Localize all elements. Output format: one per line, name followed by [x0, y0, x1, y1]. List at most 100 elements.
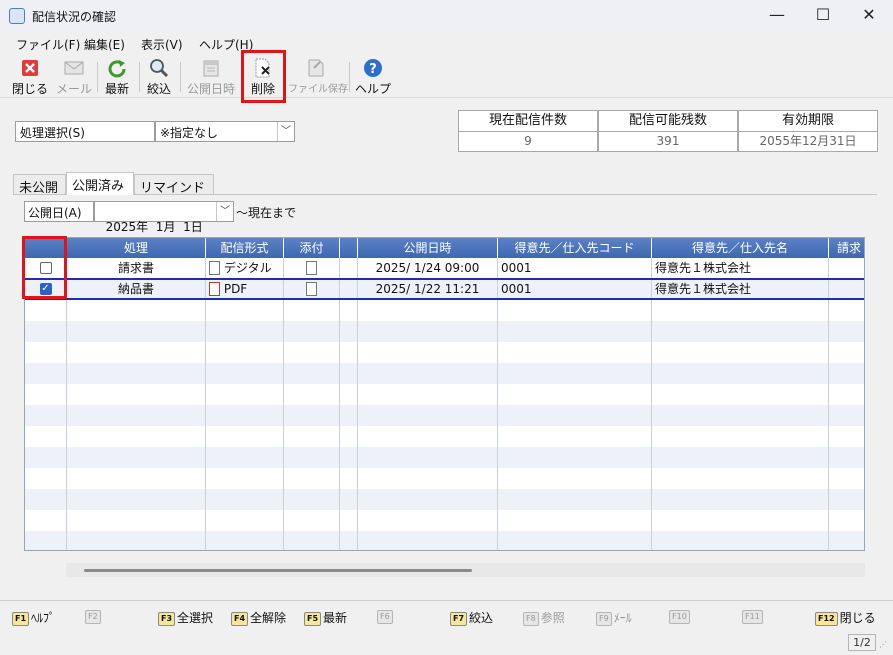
empty-table-row: [25, 447, 864, 468]
page-indicator: 1/2: [848, 634, 876, 651]
window-title: 配信状況の確認: [32, 10, 117, 24]
close-x-icon: [20, 58, 40, 78]
delivery-grid: 処理 配信形式 添付 公開日時 得意先／仕入先コード 得意先／仕入先名 請求 請…: [24, 237, 865, 551]
column-header-format[interactable]: 配信形式: [206, 238, 284, 258]
close-window-button[interactable]: ✕: [846, 0, 892, 32]
empty-cell: [498, 510, 652, 531]
empty-cell: [652, 363, 829, 384]
empty-cell: [829, 363, 864, 384]
empty-cell: [358, 363, 498, 384]
column-header-published[interactable]: 公開日時: [358, 238, 498, 258]
f1-help-button[interactable]: F1 ﾍﾙﾌﾟ: [12, 609, 55, 626]
empty-cell: [67, 300, 206, 321]
f6-button[interactable]: F6: [377, 609, 395, 624]
empty-cell: [498, 531, 652, 550]
column-header-name[interactable]: 得意先／仕入先名: [652, 238, 829, 258]
empty-cell: [206, 489, 284, 510]
empty-cell: [284, 300, 340, 321]
horizontal-scrollbar[interactable]: [66, 563, 865, 577]
empty-cell: [829, 321, 864, 342]
empty-cell: [206, 510, 284, 531]
attachment-document-icon[interactable]: [306, 260, 317, 275]
column-header-process[interactable]: 処理: [67, 238, 206, 258]
empty-cell: [829, 342, 864, 363]
empty-cell: [358, 342, 498, 363]
empty-table-row: [25, 468, 864, 489]
f5-refresh-button[interactable]: F5 最新: [304, 609, 347, 626]
tab-remind[interactable]: リマインド: [134, 174, 214, 196]
table-row[interactable]: 請求書 デジタル 2025/ 1/24 09:00 0001 得意先１株式会社: [25, 258, 864, 279]
f2-button[interactable]: F2: [85, 609, 103, 624]
empty-cell: [67, 384, 206, 405]
empty-cell: [340, 468, 358, 489]
empty-cell: [498, 468, 652, 489]
empty-table-row: [25, 426, 864, 447]
filter-button[interactable]: 絞込: [143, 58, 175, 96]
empty-table-row: [25, 363, 864, 384]
f8-reference-button[interactable]: F8 参照: [523, 609, 565, 626]
empty-cell: [67, 510, 206, 531]
empty-cell: [829, 489, 864, 510]
empty-cell: [67, 447, 206, 468]
empty-cell: [498, 405, 652, 426]
expiry-value: 2055年12月31日: [759, 134, 857, 148]
f9-mail-button[interactable]: F9 ﾒｰﾙ: [596, 609, 632, 626]
title-bar: 配信状況の確認 — ☐ ✕: [0, 0, 893, 32]
close-button[interactable]: 閉じる: [12, 58, 48, 96]
column-header-code[interactable]: 得意先／仕入先コード: [498, 238, 652, 258]
process-select[interactable]: ※指定なし ﹀: [155, 121, 295, 142]
refresh-button[interactable]: 最新: [101, 58, 133, 96]
empty-cell: [652, 510, 829, 531]
file-save-button[interactable]: ファイル保存: [288, 58, 348, 96]
f11-button[interactable]: F11: [742, 609, 765, 624]
attachment-document-icon[interactable]: [306, 281, 317, 296]
empty-cell: [652, 531, 829, 550]
f12-close-button[interactable]: F12 閉じる: [815, 609, 876, 626]
scrollbar-thumb[interactable]: [84, 569, 472, 572]
menu-edit[interactable]: 編集(E): [84, 36, 125, 53]
attachment-cell[interactable]: [284, 279, 340, 300]
empty-cell: [206, 468, 284, 489]
calendar-icon: [201, 58, 221, 78]
publish-date-button[interactable]: 公開日時: [184, 58, 238, 96]
mail-button[interactable]: メール: [56, 58, 92, 96]
billing-cell: [829, 258, 864, 279]
empty-cell: [25, 510, 67, 531]
f10-button[interactable]: F10: [669, 609, 692, 624]
maximize-button[interactable]: ☐: [800, 0, 846, 32]
tab-published[interactable]: 公開済み: [66, 172, 134, 195]
empty-cell: [358, 468, 498, 489]
menu-file[interactable]: ファイル(F): [16, 36, 80, 53]
empty-table-row: [25, 384, 864, 405]
empty-cell: [284, 510, 340, 531]
column-header-billing[interactable]: 請求: [829, 238, 864, 258]
column-header-attachment[interactable]: 添付: [284, 238, 340, 258]
empty-cell: [206, 447, 284, 468]
minimize-button[interactable]: —: [754, 0, 800, 32]
tab-unpublished[interactable]: 未公開: [13, 174, 66, 196]
app-icon: [9, 8, 25, 24]
chevron-down-icon[interactable]: ﹀: [216, 202, 233, 221]
attachment-cell[interactable]: [284, 258, 340, 279]
blank-cell: [340, 279, 358, 300]
publish-date-value: 2025年 1月 1日: [105, 220, 203, 234]
resize-grip-icon[interactable]: ⋰: [879, 640, 887, 649]
current-count-label: 現在配信件数: [459, 111, 597, 132]
column-header-blank[interactable]: [340, 238, 358, 258]
f7-filter-button[interactable]: F7 絞込: [450, 609, 493, 626]
published-cell: 2025/ 1/22 11:21: [358, 279, 498, 300]
chevron-down-icon[interactable]: ﹀: [277, 122, 294, 141]
menu-view[interactable]: 表示(V): [141, 36, 183, 53]
f4-deselect-all-button[interactable]: F4 全解除: [231, 609, 286, 626]
f3-select-all-button[interactable]: F3 全選択: [158, 609, 213, 626]
function-key-bar: F1 ﾍﾙﾌﾟ F2 F3 全選択 F4 全解除 F5 最新 F6 F7 絞込 F8 参照 …: [0, 600, 893, 630]
publish-date-picker[interactable]: 2025年 1月 1日 ﹀: [94, 201, 234, 234]
help-button[interactable]: ? ヘルプ: [354, 58, 392, 96]
toolbar-separator: [349, 62, 350, 92]
empty-cell: [67, 405, 206, 426]
format-cell: PDF: [206, 279, 284, 300]
table-row[interactable]: ✓ 納品書 PDF 2025/ 1/22 11:21 0001 得意先１株式会社: [25, 279, 864, 300]
empty-cell: [284, 426, 340, 447]
empty-cell: [25, 363, 67, 384]
empty-cell: [25, 342, 67, 363]
